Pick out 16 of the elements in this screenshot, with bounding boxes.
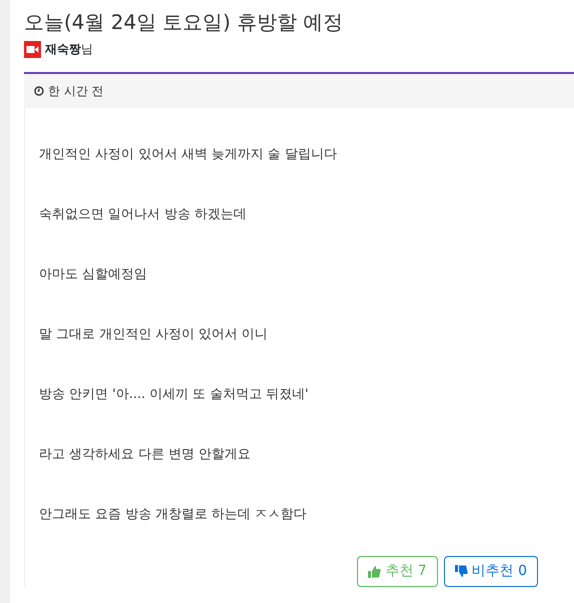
post-paragraph: 개인적인 사정이 있어서 새벽 늦게까지 술 달립니다 [39,146,338,163]
downvote-button[interactable]: 비추천 0 [444,556,538,587]
video-camera-icon [24,40,41,58]
post-paragraph: 방송 안키면 '아.... 이세끼 또 술처먹고 뒤졌네' [39,386,310,403]
post-title: 오늘(4월 24일 토요일) 휴방할 예정 [24,9,344,36]
post-paragraph: 숙취없으면 일어나서 방송 하겠는데 [39,206,248,223]
author-name: 재숙짱님 [45,41,93,58]
thumbs-up-icon [368,565,382,578]
thumbs-down-icon [454,565,468,578]
post-paragraph: 아마도 심할예정임 [39,266,148,283]
post-paragraph: 말 그대로 개인적인 사정이 있어서 이니 [39,326,269,343]
post-time: 한 시간 전 [48,83,104,100]
post-paragraph: 라고 생각하세요 다른 변명 안할게요 [39,446,252,463]
upvote-button[interactable]: 추천 7 [357,556,438,587]
clock-icon [34,86,44,96]
post-paragraph: 안그래도 요즘 방송 개창렬로 하는데 ㅈㅅ함다 [39,506,308,523]
